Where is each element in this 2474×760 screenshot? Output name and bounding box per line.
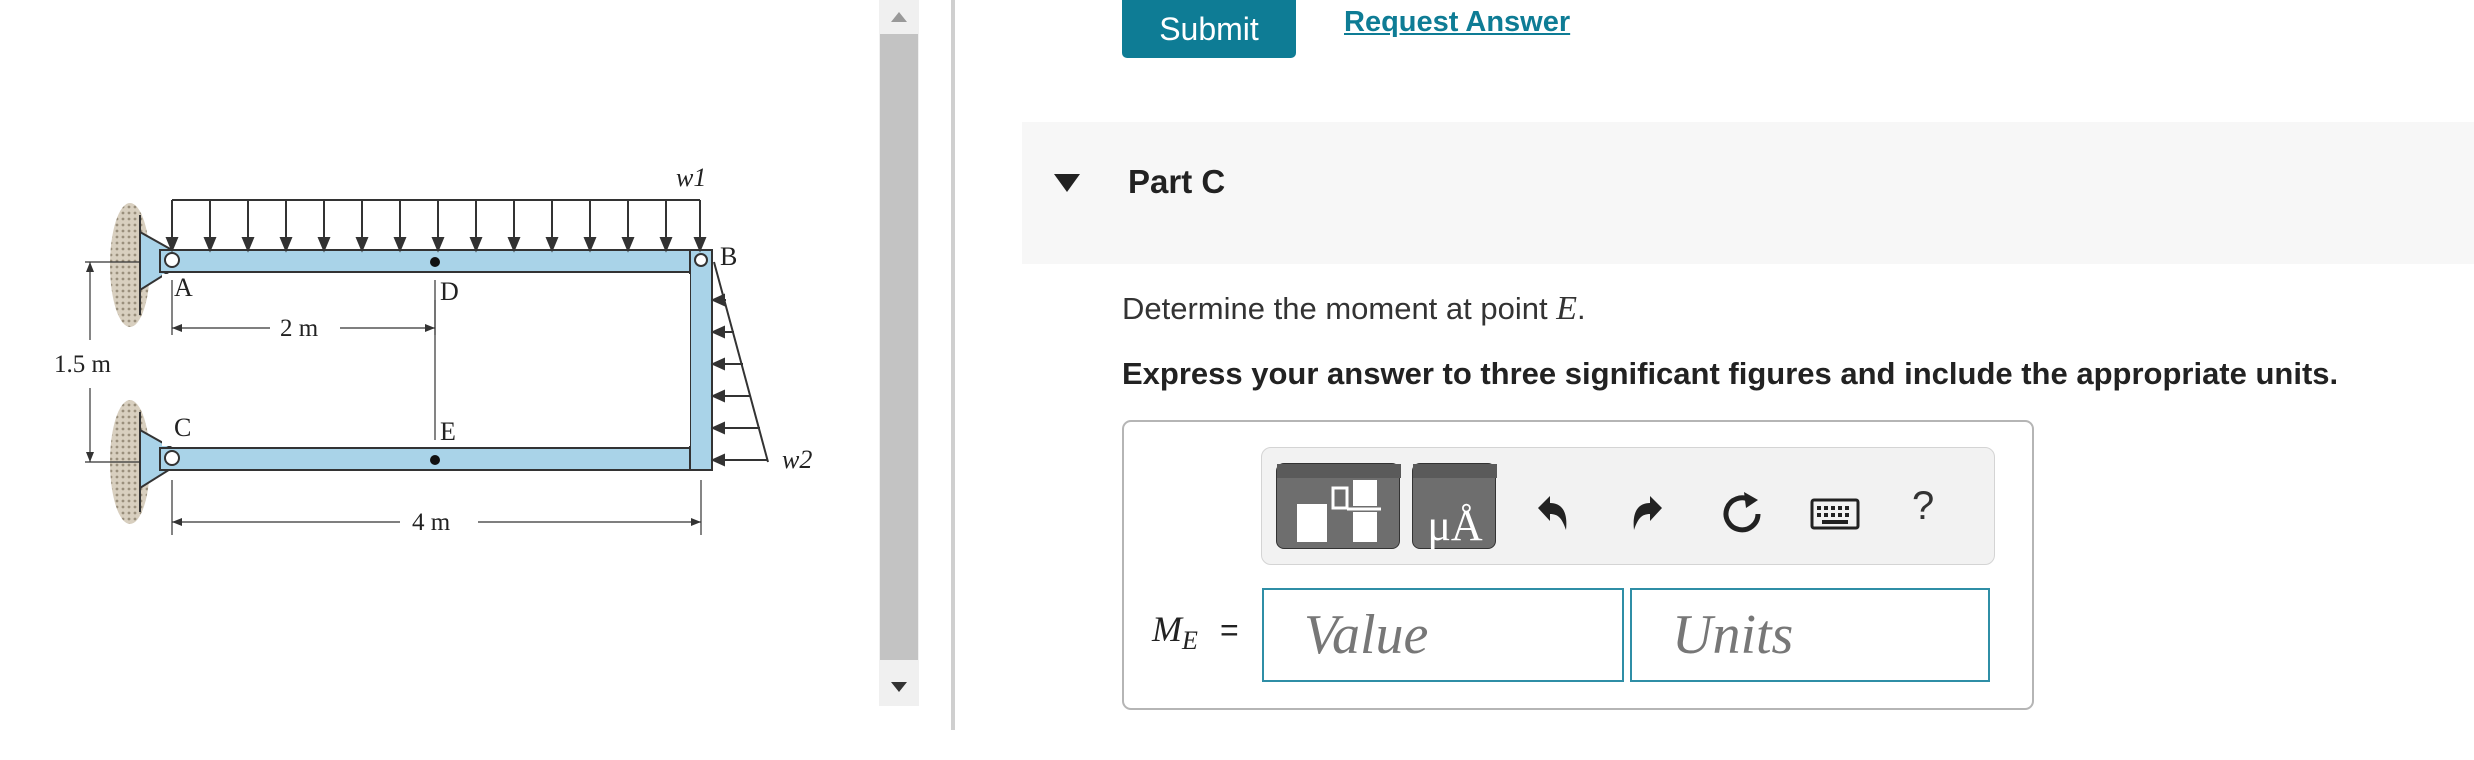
label-load-w2: w2: [782, 445, 812, 474]
reset-icon[interactable]: [1718, 490, 1766, 538]
question-prefix: Determine the moment at point: [1122, 291, 1557, 326]
point-d-dot: [430, 257, 440, 267]
pin-a: [164, 252, 180, 268]
template-button[interactable]: [1276, 463, 1401, 549]
load-w1-arrows: [165, 200, 707, 253]
question-text: Determine the moment at point E.: [1122, 290, 1586, 328]
label-point-a: A: [174, 273, 193, 302]
point-e-dot: [430, 455, 440, 465]
scroll-up-icon[interactable]: [885, 4, 913, 32]
dimension-height: 1.5 m: [54, 351, 112, 378]
keyboard-icon[interactable]: [1810, 498, 1860, 532]
answer-label-main: M: [1152, 609, 1182, 649]
units-button[interactable]: μÅ: [1412, 463, 1497, 550]
value-input[interactable]: [1262, 588, 1624, 682]
part-title: Part C: [1128, 163, 1226, 200]
units-input[interactable]: [1630, 588, 1990, 682]
submit-button[interactable]: Submit: [1122, 0, 1296, 58]
redo-icon[interactable]: [1628, 490, 1670, 534]
load-w2-arrows: [710, 293, 768, 467]
label-point-b: B: [720, 242, 737, 271]
panel-divider: [951, 0, 955, 730]
help-icon[interactable]: ?: [1912, 484, 1934, 529]
units-icon: μÅ: [1413, 464, 1497, 550]
frame-diagram: A B C D E w1 w2 2 m 1.5 m 4 m: [54, 163, 812, 536]
scrollbar-thumb[interactable]: [880, 34, 918, 660]
member-vertical: [689, 249, 713, 471]
dimension-span-ce: 4 m: [412, 509, 451, 536]
pin-c: [164, 450, 180, 466]
answer-label-subscript: E: [1182, 626, 1198, 656]
label-point-e: E: [440, 417, 456, 446]
request-answer-link[interactable]: Request Answer: [1344, 6, 1570, 39]
question-suffix: .: [1577, 291, 1586, 326]
label-point-c: C: [174, 413, 191, 442]
figure-panel: A B C D E w1 w2 2 m 1.5 m 4 m: [0, 0, 870, 760]
scroll-down-icon[interactable]: [885, 672, 913, 700]
instruction-text: Express your answer to three significant…: [1122, 356, 2339, 391]
label-point-d: D: [440, 277, 459, 306]
label-load-w1: w1: [676, 163, 706, 192]
dimension-span-ad: 2 m: [280, 315, 319, 342]
pin-b: [694, 253, 708, 267]
answer-label: ME: [1152, 608, 1198, 656]
svg-text:μÅ: μÅ: [1427, 501, 1483, 550]
part-header[interactable]: [1022, 122, 2474, 264]
collapse-triangle-icon[interactable]: [1052, 172, 1082, 194]
undo-icon[interactable]: [1530, 490, 1572, 534]
question-variable: E: [1556, 290, 1577, 327]
template-icon: [1277, 464, 1401, 542]
answer-equals: =: [1220, 612, 1239, 648]
